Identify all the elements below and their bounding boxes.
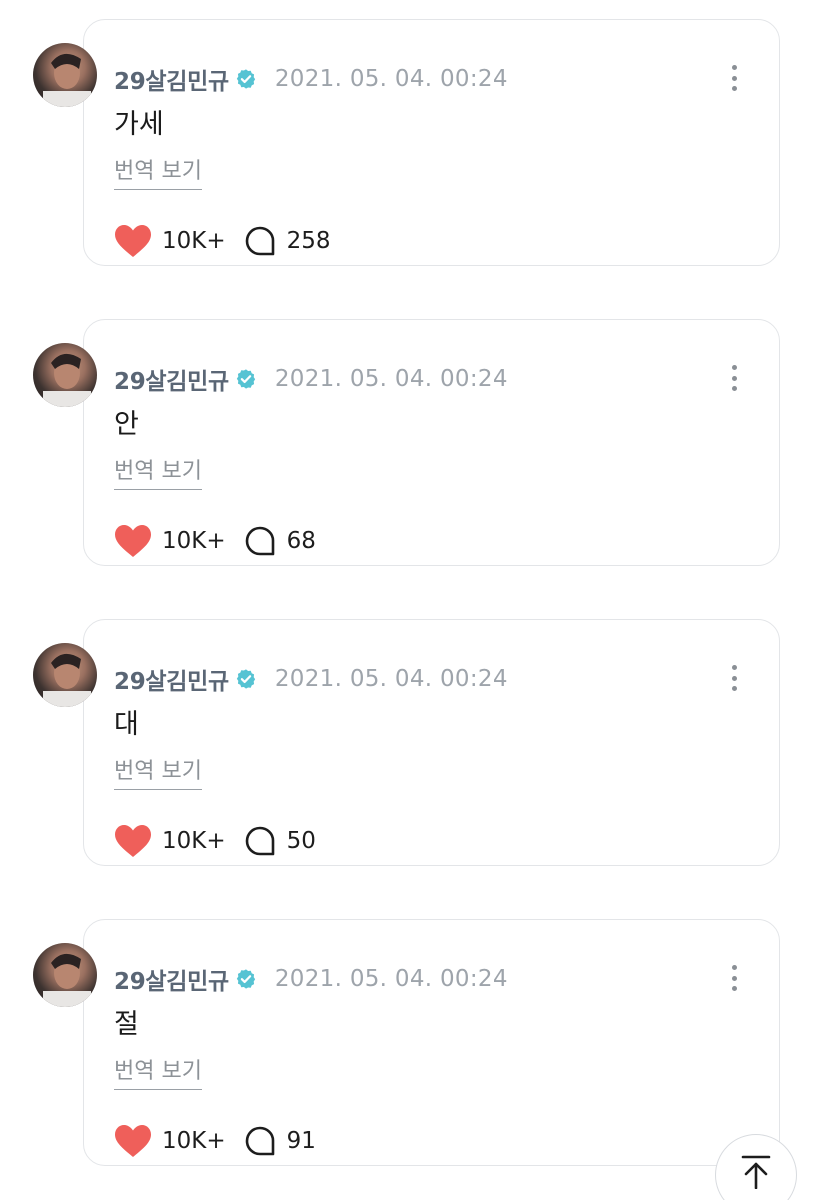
post-item: 29살김민규 2021. 05. 04. 00:24 대 번역 보기 10K+ … bbox=[0, 619, 816, 869]
more-vertical-icon[interactable] bbox=[722, 363, 746, 393]
like-count: 10K+ bbox=[162, 828, 226, 854]
comment-count: 258 bbox=[286, 228, 331, 254]
heart-icon[interactable] bbox=[114, 224, 152, 258]
avatar[interactable] bbox=[33, 943, 97, 1007]
post-timestamp: 2021. 05. 04. 00:24 bbox=[274, 666, 508, 692]
post-stats: 10K+ 68 bbox=[114, 521, 316, 561]
more-vertical-icon[interactable] bbox=[722, 963, 746, 993]
post-stats: 10K+ 258 bbox=[114, 221, 331, 261]
avatar[interactable] bbox=[33, 43, 97, 107]
post-header: 29살김민규 2021. 05. 04. 00:24 bbox=[114, 59, 508, 99]
author-name[interactable]: 29살김민규 bbox=[114, 362, 229, 396]
comment-count: 68 bbox=[286, 528, 316, 554]
post-timestamp: 2021. 05. 04. 00:24 bbox=[274, 66, 508, 92]
translate-link[interactable]: 번역 보기 bbox=[114, 1057, 202, 1090]
author-name[interactable]: 29살김민규 bbox=[114, 962, 229, 996]
post-stats: 10K+ 91 bbox=[114, 1121, 316, 1161]
translate-link[interactable]: 번역 보기 bbox=[114, 457, 202, 490]
comment-count: 91 bbox=[286, 1128, 316, 1154]
arrow-up-to-top-icon bbox=[741, 1155, 771, 1189]
post-text: 절 bbox=[114, 1009, 139, 1040]
comment-bubble-icon[interactable] bbox=[244, 225, 276, 257]
comment-bubble-icon[interactable] bbox=[244, 525, 276, 557]
author-name[interactable]: 29살김민규 bbox=[114, 662, 229, 696]
translate-link[interactable]: 번역 보기 bbox=[114, 757, 202, 790]
verified-badge-icon bbox=[236, 969, 256, 989]
avatar[interactable] bbox=[33, 643, 97, 707]
heart-icon[interactable] bbox=[114, 524, 152, 558]
comment-bubble-icon[interactable] bbox=[244, 1125, 276, 1157]
heart-icon[interactable] bbox=[114, 1124, 152, 1158]
comment-bubble-icon[interactable] bbox=[244, 825, 276, 857]
author-name[interactable]: 29살김민규 bbox=[114, 62, 229, 96]
post-header: 29살김민규 2021. 05. 04. 00:24 bbox=[114, 959, 508, 999]
comment-count: 50 bbox=[286, 828, 316, 854]
post-header: 29살김민규 2021. 05. 04. 00:24 bbox=[114, 359, 508, 399]
post-text: 가세 bbox=[114, 109, 164, 140]
heart-icon[interactable] bbox=[114, 824, 152, 858]
verified-badge-icon bbox=[236, 369, 256, 389]
like-count: 10K+ bbox=[162, 528, 226, 554]
post-timestamp: 2021. 05. 04. 00:24 bbox=[274, 966, 508, 992]
post-header: 29살김민규 2021. 05. 04. 00:24 bbox=[114, 659, 508, 699]
more-vertical-icon[interactable] bbox=[722, 663, 746, 693]
post-timestamp: 2021. 05. 04. 00:24 bbox=[274, 366, 508, 392]
post-feed: 29살김민규 2021. 05. 04. 00:24 가세 번역 보기 10K+… bbox=[0, 0, 816, 1200]
verified-badge-icon bbox=[236, 669, 256, 689]
translate-link[interactable]: 번역 보기 bbox=[114, 157, 202, 190]
verified-badge-icon bbox=[236, 69, 256, 89]
more-vertical-icon[interactable] bbox=[722, 63, 746, 93]
post-stats: 10K+ 50 bbox=[114, 821, 316, 861]
like-count: 10K+ bbox=[162, 228, 226, 254]
avatar[interactable] bbox=[33, 343, 97, 407]
post-item: 29살김민규 2021. 05. 04. 00:24 가세 번역 보기 10K+… bbox=[0, 19, 816, 269]
post-text: 대 bbox=[114, 709, 139, 740]
like-count: 10K+ bbox=[162, 1128, 226, 1154]
post-text: 안 bbox=[114, 409, 139, 440]
post-item: 29살김민규 2021. 05. 04. 00:24 절 번역 보기 10K+ … bbox=[0, 919, 816, 1169]
post-item: 29살김민규 2021. 05. 04. 00:24 안 번역 보기 10K+ … bbox=[0, 319, 816, 569]
